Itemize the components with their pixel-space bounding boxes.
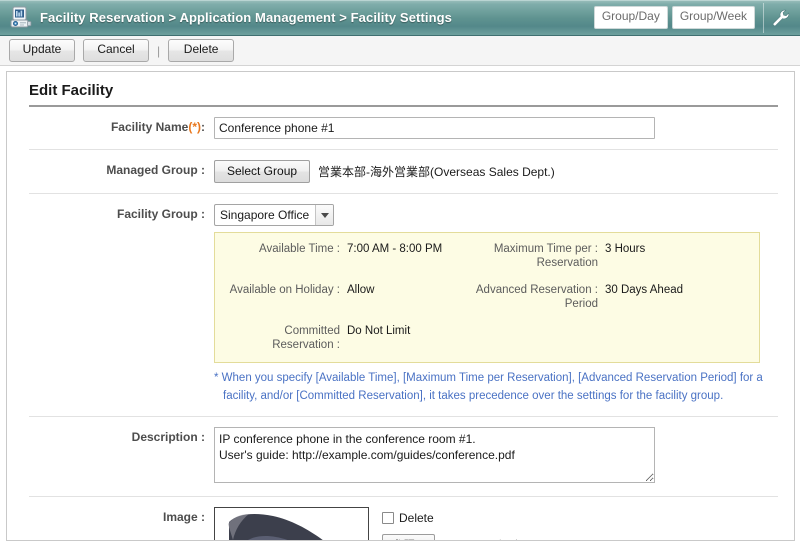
facility-projector-icon [8,5,34,31]
holiday-value: Allow [347,283,375,296]
content-panel: Edit Facility Facility Name(*): Managed … [6,71,795,541]
managed-group-field-wrap: Select Group 営業本部-海外営業部(Overseas Sales D… [214,160,778,183]
available-time-label: Available Time : [259,243,340,255]
image-field-wrap: Delete 参照... ファイルが選択されていません。 [214,506,778,540]
facility-group-info-panel: Available Time : 7:00 AM - 8:00 PM Maxim… [214,232,760,364]
group-day-button[interactable]: Group/Day [593,6,668,29]
app-header: Facility Reservation > Application Manag… [0,0,800,36]
file-selection-status: ファイルが選択されていません。 [442,537,621,540]
facility-name-field-wrap [214,117,778,139]
edit-facility-form: Facility Name(*): Managed Group : Select… [29,107,778,540]
advanced-reservation-value: 30 Days Ahead [605,283,684,296]
facility-group-field-wrap: Singapore Office Available Time : 7:00 A… [214,204,778,406]
row-managed-group: Managed Group : Select Group 営業本部-海外営業部(… [29,150,778,194]
maximum-time-label: Maximum Time per : Reservation [469,242,605,271]
chevron-down-icon[interactable] [315,205,334,225]
group-week-button[interactable]: Group/Week [671,6,755,29]
required-marker: (*) [188,120,201,134]
facility-name-label: Facility Name(*): [29,117,214,134]
advanced-reservation-label-line1: Advanced Reservation : [475,283,598,296]
managed-group-value: 営業本部-海外営業部(Overseas Sales Dept.) [318,165,555,179]
maximum-time-label-line2: Reservation [536,257,598,270]
update-button[interactable]: Update [9,39,75,62]
row-facility-group: Facility Group : Singapore Office Availa… [29,194,778,417]
delete-image-checkbox-row[interactable]: Delete [382,511,621,525]
description-field-wrap: IP conference phone in the conference ro… [214,426,778,486]
managed-group-label: Managed Group : [106,163,205,177]
header-divider [763,2,764,33]
holiday-label: Available on Holiday : [229,283,340,296]
facility-group-select[interactable]: Singapore Office [214,204,335,226]
managed-group-line: Select Group 営業本部-海外営業部(Overseas Sales D… [214,160,778,183]
facility-name-label-text: Facility Name [110,120,189,134]
facility-group-note-line2: facility, and/or [Committed Reservation]… [223,390,724,403]
wrench-icon[interactable] [770,7,792,29]
action-toolbar: Update Cancel | Delete [0,36,800,66]
image-area: Delete 参照... ファイルが選択されていません。 [214,506,778,540]
facility-group-info-grid: Available Time : 7:00 AM - 8:00 PM Maxim… [225,242,749,352]
file-input-row: 参照... ファイルが選択されていません。 [382,533,621,540]
row-description: Description : IP conference phone in the… [29,417,778,497]
facility-name-colon: : [201,120,205,134]
row-facility-name: Facility Name(*): [29,107,778,150]
facility-group-note-line1: * When you specify [Available Time], [Ma… [214,372,763,385]
facility-group-note: * When you specify [Available Time], [Ma… [214,370,774,406]
delete-image-checkbox[interactable] [382,511,394,524]
image-label: Image : [162,509,205,524]
breadcrumb: Facility Reservation > Application Manag… [40,10,453,25]
row-image: Image : Delete [29,497,778,540]
image-controls: Delete 参照... ファイルが選択されていません。 [382,507,621,540]
committed-reservation-value: Do Not Limit [347,324,411,337]
facility-group-selected-value: Singapore Office [220,208,310,222]
browse-file-button[interactable]: 参照... [382,533,435,540]
description-textarea[interactable]: IP conference phone in the conference ro… [214,426,655,483]
available-time-value: 7:00 AM - 8:00 PM [347,243,443,255]
delete-image-label: Delete [399,510,434,525]
advanced-reservation-label-line2: Period [564,298,598,311]
description-label: Description : [131,429,205,444]
maximum-time-value: 3 Hours [605,243,646,255]
page-title: Edit Facility [29,82,114,99]
maximum-time-label-line1: Maximum Time per : [493,243,598,255]
facility-settings-page: Facility Reservation > Application Manag… [0,0,800,546]
facility-image-thumbnail [214,506,369,540]
committed-reservation-label: Committed Reservation : [272,324,340,351]
delete-button[interactable]: Delete [168,39,235,62]
advanced-reservation-label: Advanced Reservation : Period [469,283,605,312]
facility-group-label: Facility Group : [116,207,205,221]
facility-name-input[interactable] [214,117,655,139]
select-group-button[interactable]: Select Group [214,160,311,183]
cancel-button[interactable]: Cancel [83,39,149,62]
content-inner: Edit Facility Facility Name(*): Managed … [7,72,794,540]
toolbar-divider: | [157,43,161,58]
